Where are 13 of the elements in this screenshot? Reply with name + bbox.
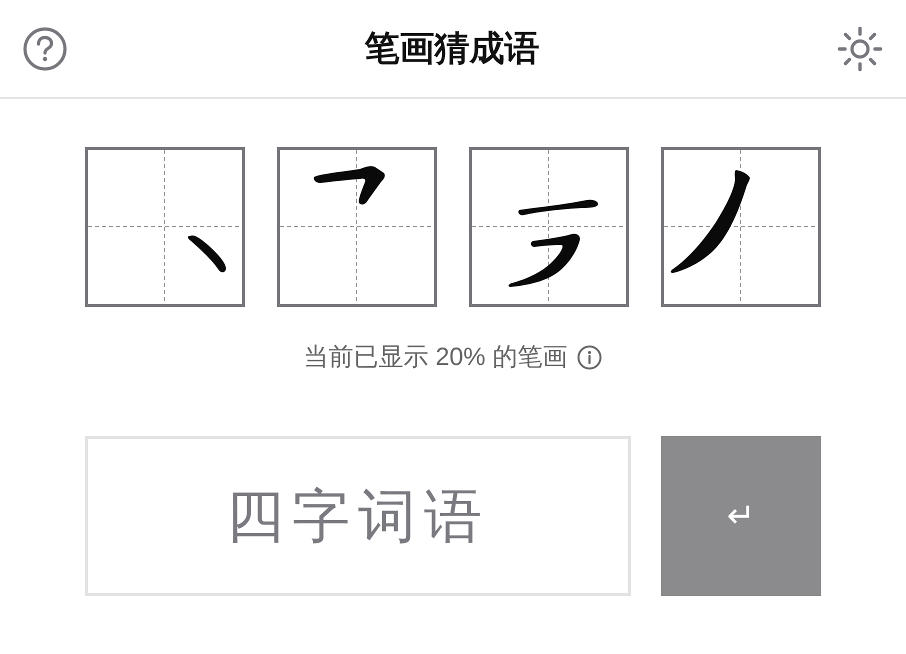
- help-icon: [23, 26, 67, 70]
- help-button[interactable]: [23, 26, 67, 70]
- answer-input-field[interactable]: 四字词语: [85, 436, 631, 596]
- submit-button[interactable]: ↵: [661, 436, 821, 596]
- brush-stroke-icon: [670, 170, 750, 273]
- brightness-icon: [837, 26, 883, 72]
- theme-button[interactable]: [837, 26, 883, 72]
- info-icon[interactable]: [577, 344, 602, 370]
- brush-stroke-icon: [508, 200, 598, 287]
- app-title: 笔画猜成语: [364, 28, 540, 70]
- progress-text: 当前已显示 20% 的笔画: [304, 342, 568, 372]
- brush-stroke-icon: [314, 166, 385, 204]
- brush-stroke-icon: [188, 235, 226, 272]
